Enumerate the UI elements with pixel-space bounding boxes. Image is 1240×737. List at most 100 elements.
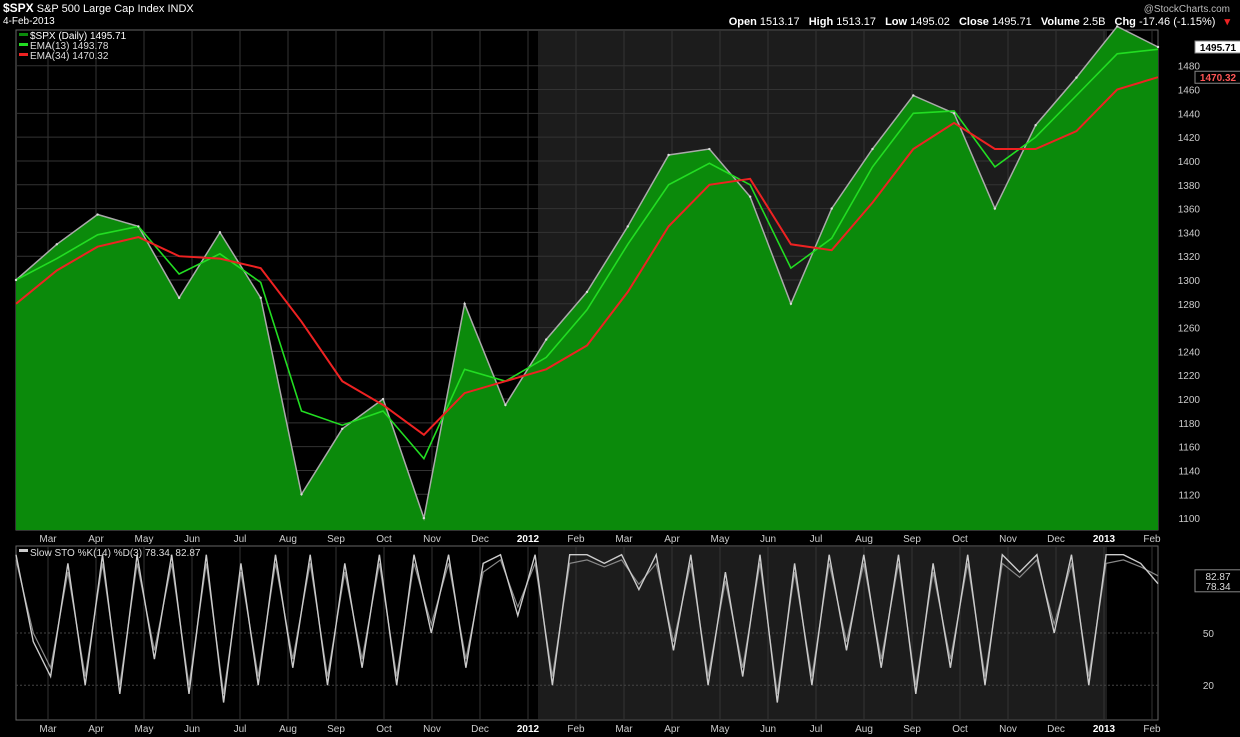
x-tick-label: 2013 — [1093, 724, 1116, 735]
x-tick-label: Sep — [327, 724, 345, 735]
x-tick-label: Jul — [810, 534, 823, 545]
price-point — [626, 225, 629, 228]
sto-y-tick-label: 50 — [1203, 629, 1215, 640]
x-tick-label: Nov — [999, 534, 1017, 545]
price-point — [545, 338, 548, 341]
price-point — [993, 207, 997, 210]
sto-legend-swatch — [19, 549, 28, 552]
x-tick-label: Mar — [615, 724, 633, 735]
y-tick-label: 1280 — [1178, 300, 1201, 311]
x-tick-label: Oct — [376, 724, 392, 735]
x-tick-label: Sep — [903, 724, 921, 735]
x-tick-label: Feb — [1143, 534, 1161, 545]
y-tick-label: 1420 — [1178, 133, 1201, 144]
x-tick-label: Apr — [664, 534, 680, 545]
close-value-label: 1495.71 — [1200, 43, 1237, 54]
price-point — [422, 516, 426, 520]
y-tick-label: 1100 — [1178, 514, 1200, 525]
x-tick-label: Apr — [88, 724, 104, 735]
y-tick-label: 1380 — [1178, 181, 1201, 192]
x-tick-label: Dec — [471, 534, 489, 545]
price-point — [504, 403, 507, 407]
price-point — [585, 290, 589, 294]
price-point — [952, 112, 956, 115]
price-point — [137, 225, 140, 228]
price-point — [871, 147, 874, 151]
x-tick-label: Apr — [664, 724, 680, 735]
x-tick-label: Mar — [39, 724, 57, 735]
x-tick-label: Mar — [39, 534, 57, 545]
legend-entry: EMA(34) 1470.32 — [30, 51, 109, 62]
x-tick-label: May — [711, 534, 730, 545]
x-tick-label: Jun — [184, 724, 200, 735]
price-point — [748, 195, 752, 198]
price-point — [55, 243, 58, 246]
x-tick-label: May — [711, 724, 730, 735]
price-point — [177, 296, 181, 300]
price-point — [1156, 45, 1160, 49]
price-point — [912, 94, 915, 97]
legend-swatch — [19, 43, 28, 46]
price-point — [463, 302, 466, 306]
x-tick-label: Oct — [952, 534, 968, 545]
price-point — [300, 493, 303, 496]
x-tick-label: Jul — [234, 724, 247, 735]
sto-k-value-label: 78.34 — [1205, 582, 1230, 593]
x-tick-label: Aug — [279, 724, 297, 735]
price-point — [708, 147, 711, 151]
y-tick-label: 1340 — [1178, 228, 1201, 239]
chart-canvas: Mar Apr May Jun Jul Aug Sep Oct Nov Dec 2012 Feb Mar… — [14, 25, 1240, 735]
x-tick-label: Jul — [810, 724, 823, 735]
x-tick-label: Feb — [1143, 724, 1161, 735]
y-tick-label: 1360 — [1178, 205, 1201, 216]
x-tick-label: Sep — [903, 534, 921, 545]
legend-swatch — [19, 53, 28, 56]
x-tick-label: Nov — [423, 534, 441, 545]
price-point — [830, 207, 833, 210]
x-tick-label: Aug — [855, 724, 873, 735]
sto-legend: Slow STO %K(14) %D(3) 78.34, 82.87 — [30, 548, 201, 559]
price-point — [259, 296, 262, 300]
y-tick-label: 1160 — [1178, 443, 1200, 454]
x-tick-label: 2013 — [1093, 534, 1116, 545]
price-point — [789, 302, 793, 306]
price-point — [381, 397, 385, 401]
y-tick-label: 1180 — [1178, 419, 1200, 430]
x-tick-label: May — [135, 534, 154, 545]
sto-y-tick-label: 20 — [1203, 681, 1215, 692]
x-tick-label: Aug — [855, 534, 873, 545]
y-tick-label: 1440 — [1178, 109, 1201, 120]
x-tick-label: Dec — [471, 724, 489, 735]
price-point — [1116, 25, 1119, 28]
y-tick-label: 1300 — [1178, 276, 1201, 287]
x-tick-label: Jun — [760, 724, 776, 735]
x-tick-label: Jun — [184, 534, 200, 545]
x-tick-label: Oct — [376, 534, 392, 545]
y-tick-label: 1320 — [1178, 252, 1201, 263]
price-point — [667, 153, 670, 157]
x-tick-label: Sep — [327, 534, 345, 545]
y-tick-label: 1260 — [1178, 324, 1201, 335]
x-tick-label: Feb — [567, 534, 585, 545]
y-tick-label: 1460 — [1178, 86, 1201, 97]
price-point — [96, 213, 99, 216]
price-point — [14, 278, 18, 282]
y-tick-label: 1200 — [1178, 395, 1201, 406]
x-tick-label: Feb — [567, 724, 585, 735]
price-point — [341, 427, 344, 431]
price-point — [218, 231, 222, 234]
legend-swatch — [19, 33, 28, 36]
x-tick-label: Dec — [1047, 534, 1065, 545]
x-tick-label: Jun — [760, 534, 776, 545]
x-tick-label: Oct — [952, 724, 968, 735]
y-tick-label: 1220 — [1178, 371, 1201, 382]
price-point — [1034, 124, 1037, 127]
y-tick-label: 1240 — [1178, 347, 1201, 358]
x-tick-label: Nov — [999, 724, 1017, 735]
price-point — [1075, 76, 1078, 79]
x-tick-label: May — [135, 724, 154, 735]
ema34-value-label: 1470.32 — [1200, 73, 1237, 84]
x-tick-label: Apr — [88, 534, 104, 545]
x-tick-label: Nov — [423, 724, 441, 735]
x-tick-label: Dec — [1047, 724, 1065, 735]
